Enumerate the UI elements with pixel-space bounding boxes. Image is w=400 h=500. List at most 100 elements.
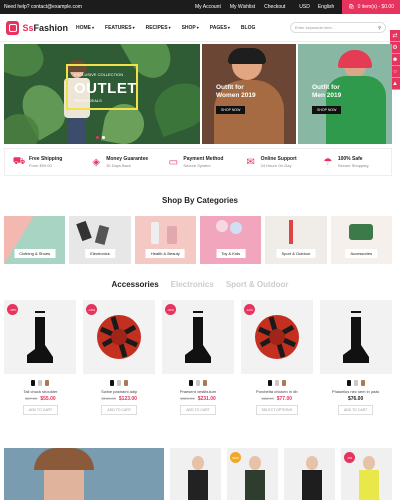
tab-electronics[interactable]: Electronics	[171, 280, 214, 289]
old-price: $320.00	[180, 396, 195, 401]
product-name[interactable]: Phasellus nec sem in justo	[332, 389, 379, 394]
nav-blog[interactable]: BLOG	[241, 25, 255, 31]
nav-shop[interactable]: SHOP▾	[182, 25, 199, 31]
feature-money-guarantee: ◈ Money Guarantee 30 Days Back	[82, 149, 159, 175]
discount-badge: -12%	[243, 304, 255, 315]
product-card[interactable]: -18% Tall chuck shoulder $67.00 $55.00 AD…	[4, 300, 77, 430]
product-tabs: Accessories Electronics Sport & Outdoor	[0, 280, 400, 289]
product-name[interactable]: Praesent vestibulum	[180, 389, 216, 394]
slider-dots[interactable]	[96, 136, 105, 139]
checkout-link[interactable]: Checkout	[264, 4, 285, 10]
logo-mark-icon	[6, 20, 20, 35]
search-icon[interactable]: ⚲	[378, 25, 381, 30]
men-banner-title: Outfit for Men 2019	[312, 84, 342, 99]
category-label: Electronics	[85, 249, 115, 258]
product-image[interactable]: -12%	[240, 300, 313, 374]
product-image[interactable]	[319, 300, 392, 374]
chevron-down-icon: ▾	[132, 24, 135, 30]
search-input[interactable]: Enter keywords here... ⚲	[290, 22, 386, 33]
sale-price: $123.00	[118, 396, 137, 402]
product-card[interactable]: -6%	[341, 448, 392, 500]
bottom-row: NEW -6%	[4, 448, 392, 500]
men-banner[interactable]: Outfit for Men 2019 SHOP NOW	[298, 44, 392, 144]
search-placeholder: Enter keywords here...	[295, 25, 336, 30]
category-health[interactable]: Health & Beauty	[134, 216, 196, 264]
category-toys[interactable]: Toy & Kids	[199, 216, 262, 264]
chevron-down-icon: ▾	[168, 24, 171, 30]
my-account-link[interactable]: My Account	[195, 4, 221, 10]
top-bar: Need help? contact@example.com My Accoun…	[0, 0, 400, 14]
account-links: My Account My Wishlist Checkout	[195, 4, 285, 10]
product-image[interactable]: -18%	[4, 300, 77, 374]
promo-banner[interactable]	[4, 448, 164, 500]
color-swatches[interactable]	[110, 378, 129, 386]
discount-badge: -30%	[164, 304, 176, 315]
boot-image	[342, 311, 369, 363]
chat-icon: ✉	[246, 156, 255, 168]
chevron-down-icon: ▾	[92, 24, 95, 30]
color-swatches[interactable]	[267, 378, 286, 386]
old-price: $67.00	[25, 396, 38, 401]
category-sport[interactable]: Sport & Outdoor	[265, 216, 327, 264]
product-name[interactable]: Porchetta chicken in db	[256, 389, 298, 394]
product-card[interactable]: -12% Porchetta chicken in db $88.00 $77.0…	[240, 300, 313, 430]
category-label: Accessories	[345, 249, 378, 258]
product-card[interactable]: -30% Praesent vestibulum $320.00 $231.00 …	[161, 300, 235, 430]
add-to-cart-button[interactable]: ADD TO CART	[180, 405, 216, 415]
old-price: $88.00	[261, 396, 274, 401]
product-card[interactable]	[284, 448, 335, 500]
add-to-cart-button[interactable]: ADD TO CART	[337, 405, 374, 415]
category-clothing[interactable]: Clothing & Shoes	[4, 216, 66, 264]
color-swatches[interactable]	[188, 378, 207, 386]
umbrella-icon: ☂	[323, 156, 333, 168]
category-label: Sport & Outdoor	[276, 249, 316, 258]
category-electronics[interactable]: Electronics	[69, 216, 131, 264]
my-wishlist-link[interactable]: My Wishlist	[230, 4, 255, 10]
scarf-image	[254, 315, 299, 359]
hero-small-text: EXCLUSIVE COLLECTION	[74, 72, 124, 77]
product-card[interactable]: -16% Swine pastrami adip $150.00 $123.00 …	[83, 300, 156, 430]
category-accessories[interactable]: Accessories	[330, 216, 392, 264]
women-shop-button[interactable]: SHOP NOW	[216, 106, 246, 114]
hero-subtitle: FRESH DEALS	[74, 98, 102, 103]
help-text: Need help? contact@example.com	[4, 4, 82, 10]
add-to-cart-button[interactable]: ADD TO CART	[101, 405, 137, 415]
hero-banner[interactable]: EXCLUSIVE COLLECTION OUTLET FRESH DEALS	[4, 44, 200, 144]
cart-icon: 🛍	[348, 4, 355, 10]
women-banner[interactable]: Outfit for Women 2019 SHOP NOW	[202, 44, 296, 144]
tab-sport-outdoor[interactable]: Sport & Outdoor	[226, 280, 289, 289]
nav-pages[interactable]: PAGES▾	[210, 25, 230, 31]
add-to-cart-button[interactable]: ADD TO CART	[22, 405, 59, 415]
outlet-frame: EXCLUSIVE COLLECTION OUTLET FRESH DEALS	[66, 64, 138, 110]
logo[interactable]: SsFashion	[6, 20, 68, 35]
product-card[interactable]: Phasellus nec sem in justo $76.00 ADD TO…	[319, 300, 392, 430]
sale-price: $55.00	[40, 396, 56, 402]
nav-home[interactable]: HOME▾	[76, 25, 94, 31]
product-grid: -18% Tall chuck shoulder $67.00 $55.00 AD…	[4, 300, 392, 430]
product-name[interactable]: Swine pastrami adip	[101, 389, 137, 394]
language-select[interactable]: English	[318, 4, 334, 10]
boot-image	[184, 311, 211, 363]
compare-icon[interactable]: ⇄	[390, 30, 400, 42]
sale-price: $231.00	[197, 396, 216, 402]
card-icon: ▭	[168, 156, 179, 168]
color-swatches[interactable]	[31, 378, 50, 386]
new-badge: NEW	[230, 452, 241, 463]
main-nav: HOME▾ FEATURES▾ RECIPES▾ SHOP▾ PAGES▾ BL…	[76, 25, 290, 31]
tab-accessories[interactable]: Accessories	[112, 280, 159, 289]
product-image[interactable]: -16%	[83, 300, 156, 374]
product-name[interactable]: Tall chuck shoulder	[23, 389, 57, 394]
product-card[interactable]: NEW	[227, 448, 278, 500]
nav-features[interactable]: FEATURES▾	[105, 25, 135, 31]
category-label: Toy & Kids	[216, 249, 246, 258]
currency-select[interactable]: USD	[299, 4, 310, 10]
men-shop-button[interactable]: SHOP NOW	[312, 106, 342, 114]
product-card[interactable]	[170, 448, 221, 500]
old-price: $150.00	[101, 396, 116, 401]
color-swatches[interactable]	[346, 378, 365, 386]
logo-prefix: Ss	[22, 22, 34, 33]
product-image[interactable]: -30%	[161, 300, 234, 374]
select-options-button[interactable]: SELECT OPTIONS	[255, 405, 298, 415]
nav-recipes[interactable]: RECIPES▾	[146, 25, 171, 31]
cart-button[interactable]: 🛍 0 item(s) - $0.00	[342, 0, 400, 14]
